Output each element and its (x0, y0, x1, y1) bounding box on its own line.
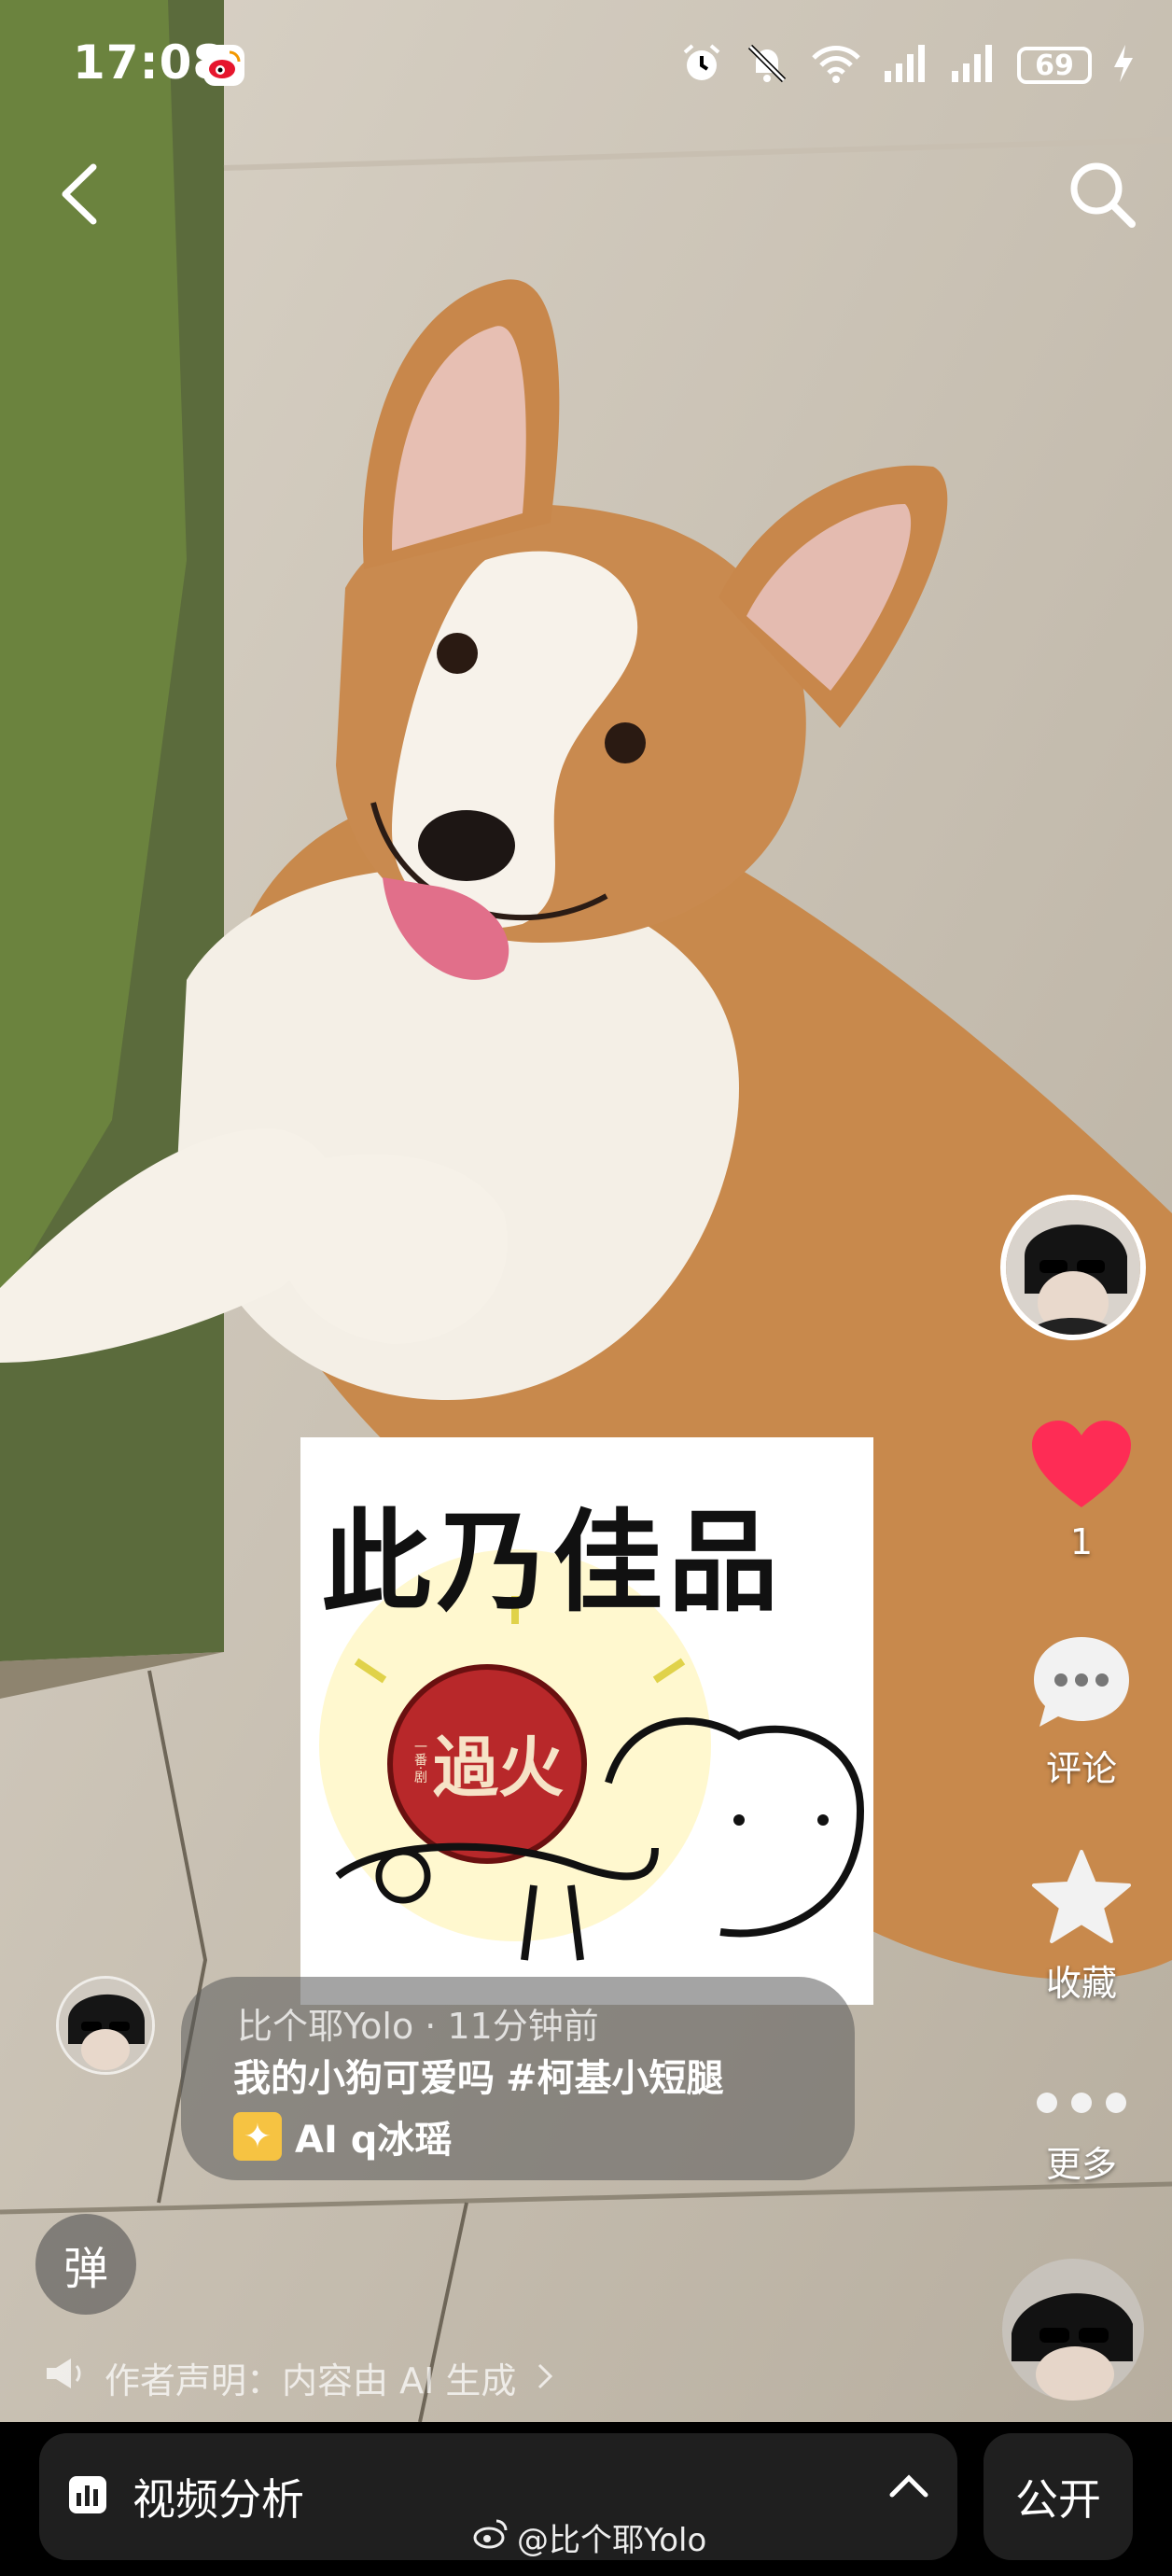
chevron-left-icon (56, 161, 103, 231)
battery-level: 69 (1035, 49, 1074, 82)
watermark-text: @比个耶Yolo (517, 2522, 707, 2559)
watermark: @比个耶Yolo (472, 2514, 706, 2560)
comment-icon (1030, 1633, 1133, 1734)
author-avatar-follow[interactable] (1000, 1195, 1146, 1340)
visibility-label: 公开 (1015, 2474, 1101, 2525)
chevron-up-icon (888, 2471, 929, 2502)
video-stage[interactable]: 17:08 69 此乃佳品 過火 一番·剧 1 评论 收藏 更多 比个耶Yolo… (0, 0, 1172, 2422)
search-icon (1067, 159, 1137, 233)
caption-text: 我的小狗可爱吗 (233, 2057, 495, 2100)
favorite-button[interactable]: 收藏 (1012, 1848, 1151, 2006)
author-avatar[interactable] (56, 1976, 155, 2075)
author-disclaimer[interactable]: 作者声明：内容由 AI 生成 (43, 2352, 553, 2403)
signal-icon (950, 43, 997, 88)
music-avatar[interactable] (1002, 2259, 1144, 2401)
hashtag-link[interactable]: #柯基小短腿 (506, 2057, 724, 2100)
ai-effect-label: AI q冰瑶 (295, 2119, 453, 2162)
star-icon (1030, 1848, 1133, 1949)
search-button[interactable] (1060, 154, 1144, 238)
caption-panel[interactable]: 比个耶Yolo · 11分钟前 我的小狗可爱吗 #柯基小短腿 ✦ AI q冰瑶 (181, 1977, 855, 2180)
more-button[interactable]: 更多 (1012, 2079, 1151, 2187)
signal-icon (883, 43, 929, 88)
chevron-right-icon (537, 2358, 553, 2399)
status-icons: 69 (679, 37, 1135, 93)
ai-effect-link[interactable]: ✦ AI q冰瑶 (233, 2109, 452, 2163)
comment-label: 评论 (1045, 1748, 1117, 1789)
megaphone-icon (43, 2355, 84, 2401)
sticker-text: 此乃佳品 (321, 1498, 785, 1627)
status-bar: 17:08 69 (0, 0, 1172, 131)
weibo-icon (472, 2517, 509, 2557)
sticker-seal-small: 一番·剧 (412, 1740, 427, 1784)
disclaimer-text: 作者声明：内容由 AI 生成 (105, 2360, 517, 2401)
mute-icon (745, 41, 789, 90)
comment-button[interactable]: 评论 (1012, 1633, 1151, 1791)
caption-title: 我的小狗可爱吗 #柯基小短腿 (233, 2048, 724, 2102)
alarm-icon (679, 41, 724, 90)
sticker-seal-text: 過火 (433, 1729, 564, 1806)
like-count: 1 (1069, 1521, 1094, 1562)
visibility-public-button[interactable]: 公开 (984, 2433, 1133, 2560)
video-analysis-label: 视频分析 (133, 2474, 304, 2525)
sparkle-icon: ✦ (233, 2112, 282, 2161)
weibo-icon (203, 45, 244, 86)
more-label: 更多 (1045, 2144, 1117, 2185)
more-dots-icon (1030, 2079, 1133, 2130)
caption-meta: 比个耶Yolo · 11分钟前 (237, 2006, 599, 2047)
like-button[interactable]: 1 (1012, 1419, 1151, 1562)
battery-icon: 69 (1017, 47, 1092, 84)
wifi-icon (810, 41, 862, 90)
danmu-toggle[interactable]: 弹 (35, 2214, 136, 2315)
favorite-label: 收藏 (1045, 1963, 1117, 2004)
heart-icon (1030, 1419, 1133, 1516)
bar-chart-icon (67, 2474, 108, 2519)
back-button[interactable] (37, 154, 121, 238)
charging-icon (1112, 43, 1135, 88)
danmu-label: 弹 (63, 2243, 108, 2295)
sticker-image: 此乃佳品 過火 一番·剧 (300, 1437, 873, 2005)
